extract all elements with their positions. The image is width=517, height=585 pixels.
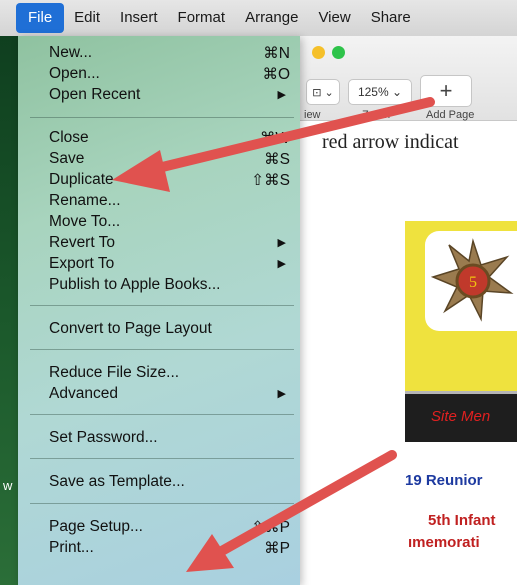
view-label: iew bbox=[304, 109, 321, 121]
submenu-arrow-icon: ▶ bbox=[277, 388, 286, 400]
menu-item-open[interactable]: Open... ⌘O bbox=[18, 64, 300, 85]
menu-item-page-setup[interactable]: Page Setup... ⇧⌘P bbox=[18, 517, 300, 538]
menu-item-save[interactable]: Save ⌘S bbox=[18, 149, 300, 170]
menu-item-rename[interactable]: Rename... bbox=[18, 191, 300, 212]
menu-item-publish[interactable]: Publish to Apple Books... bbox=[18, 275, 300, 296]
menu-item-export-to[interactable]: Export To ▶ bbox=[18, 254, 300, 275]
menu-bar: File Edit Insert Format Arrange View Sha… bbox=[0, 0, 517, 37]
minimize-button[interactable] bbox=[312, 46, 325, 59]
document-text: red arrow indicat bbox=[322, 131, 459, 153]
emblem-icon: 5 bbox=[430, 238, 514, 322]
menu-separator bbox=[30, 458, 294, 459]
menu-arrange[interactable]: Arrange bbox=[235, 0, 308, 36]
menu-file[interactable]: File bbox=[16, 3, 65, 33]
menu-item-print[interactable]: Print... ⌘P bbox=[18, 538, 300, 559]
menu-item-open-recent[interactable]: Open Recent ▶ bbox=[18, 85, 300, 106]
infantry-text: 5th Infant bbox=[428, 512, 496, 529]
menu-item-reduce-size[interactable]: Reduce File Size... bbox=[18, 363, 300, 384]
menu-item-convert[interactable]: Convert to Page Layout bbox=[18, 319, 300, 340]
reunion-text: 19 Reunior bbox=[405, 472, 483, 489]
flyer-banner: Site Men bbox=[405, 391, 517, 442]
menu-item-set-password[interactable]: Set Password... bbox=[18, 428, 300, 449]
add-page-button[interactable]: + bbox=[420, 75, 472, 107]
menu-share[interactable]: Share bbox=[361, 0, 421, 36]
menu-item-new[interactable]: New... ⌘N bbox=[18, 43, 300, 64]
menu-edit[interactable]: Edit bbox=[64, 0, 110, 36]
zoom-label: Zoom bbox=[362, 109, 391, 121]
menu-separator bbox=[30, 117, 294, 118]
menu-item-duplicate[interactable]: Duplicate ⇧⌘S bbox=[18, 170, 300, 191]
svg-text:5: 5 bbox=[469, 274, 477, 291]
flyer-banner-text: Site Men bbox=[431, 408, 491, 425]
menu-insert[interactable]: Insert bbox=[110, 0, 168, 36]
menu-item-move-to[interactable]: Move To... bbox=[18, 212, 300, 233]
submenu-arrow-icon: ▶ bbox=[277, 89, 286, 101]
add-page-label: Add Page bbox=[426, 109, 475, 121]
emblem-image: 5 bbox=[425, 231, 517, 331]
desktop-background: w bbox=[0, 36, 18, 585]
menu-separator bbox=[30, 503, 294, 504]
menu-format[interactable]: Format bbox=[168, 0, 236, 36]
view-button[interactable]: ⊡ ⌄ bbox=[306, 79, 340, 105]
menu-separator bbox=[30, 305, 294, 306]
flyer-image: 5 Site Men bbox=[405, 186, 517, 486]
menu-separator bbox=[30, 349, 294, 350]
menu-item-close[interactable]: Close ⌘W bbox=[18, 128, 300, 149]
file-menu-dropdown: New... ⌘N Open... ⌘O Open Recent ▶ Close… bbox=[18, 36, 300, 585]
menu-item-save-template[interactable]: Save as Template... bbox=[18, 472, 300, 493]
pages-window: ⊡ ⌄ 125% ⌄ + iew Zoom Add Page red arrow… bbox=[300, 36, 517, 585]
menu-item-revert-to[interactable]: Revert To ▶ bbox=[18, 233, 300, 254]
menu-separator bbox=[30, 414, 294, 415]
background-glyph: w bbox=[3, 478, 13, 493]
menu-item-advanced[interactable]: Advanced ▶ bbox=[18, 384, 300, 405]
commemoration-text: ımemorati bbox=[408, 534, 480, 551]
zoom-select[interactable]: 125% ⌄ bbox=[348, 79, 412, 105]
window-toolbar: ⊡ ⌄ 125% ⌄ + iew Zoom Add Page bbox=[300, 36, 517, 121]
zoom-window-button[interactable] bbox=[332, 46, 345, 59]
submenu-arrow-icon: ▶ bbox=[277, 258, 286, 270]
submenu-arrow-icon: ▶ bbox=[277, 237, 286, 249]
menu-view[interactable]: View bbox=[308, 0, 360, 36]
